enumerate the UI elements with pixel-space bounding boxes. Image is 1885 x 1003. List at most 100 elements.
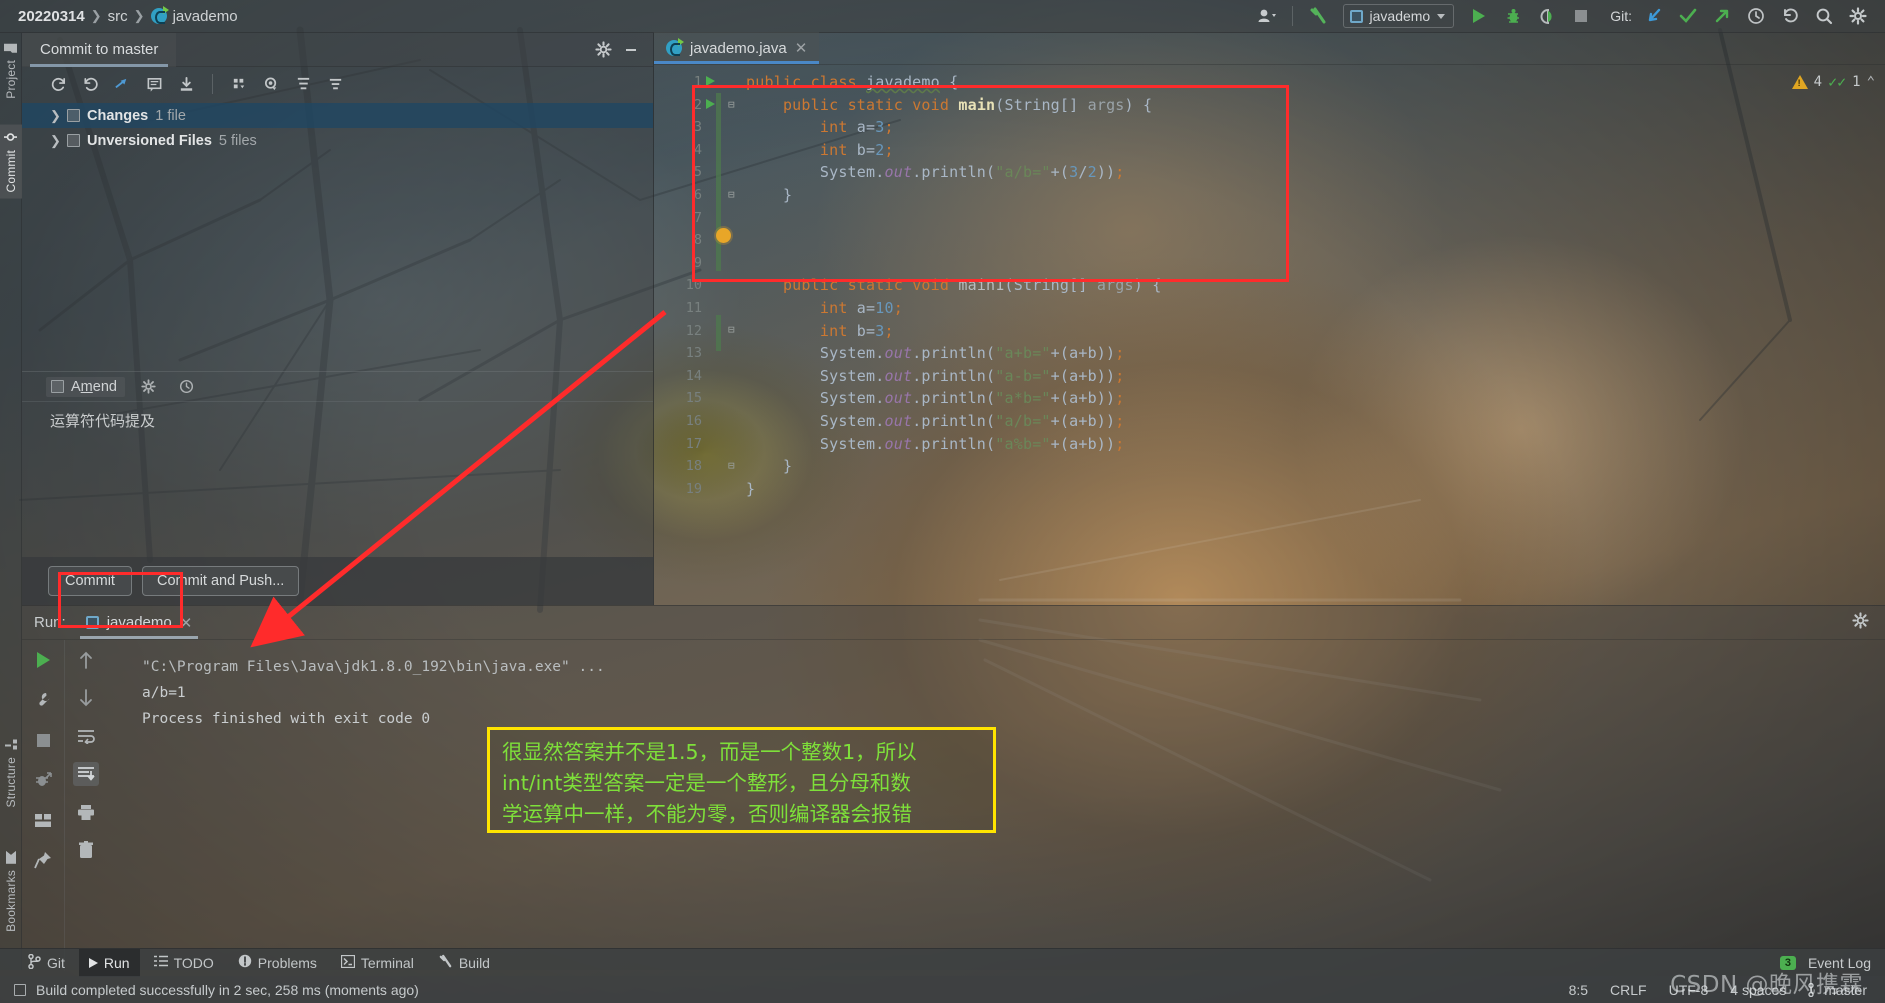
bottom-tab-terminal[interactable]: Terminal (331, 949, 424, 977)
bottom-tab-problems[interactable]: Problems (228, 949, 327, 977)
sidebar-item-bookmarks[interactable]: Bookmarks (0, 845, 22, 938)
inspection-status-widget[interactable]: 4 ✓✓ 1 ⌃ (1791, 73, 1875, 91)
expand-all-icon[interactable] (289, 71, 317, 97)
breadcrumb-project[interactable]: 20220314 (18, 8, 85, 25)
search-everywhere-icon[interactable] (1809, 3, 1839, 29)
changes-checkbox[interactable] (67, 109, 80, 122)
changes-node-label: Changes (87, 107, 149, 124)
intention-bulb-icon[interactable] (716, 228, 731, 243)
update-project-icon[interactable] (1639, 3, 1669, 29)
settings-wrench-icon[interactable] (30, 688, 56, 712)
chevron-right-icon[interactable]: ❯ (50, 108, 61, 124)
line-separator[interactable]: CRLF (1610, 982, 1647, 998)
unversioned-checkbox[interactable] (67, 134, 80, 147)
editor-gutter-marks[interactable]: ⊟ ⊟ ⊟ ⊟ (702, 65, 746, 605)
fold-open-icon[interactable]: ⊟ (728, 98, 735, 111)
toolbar-divider (212, 74, 213, 94)
bottom-tab-todo[interactable]: TODO (144, 949, 224, 977)
changes-node-changes[interactable]: ❯ Changes 1 file (22, 103, 653, 128)
stop-icon[interactable] (1566, 3, 1596, 29)
refresh-icon[interactable] (44, 71, 72, 97)
rerun-icon[interactable] (30, 648, 56, 672)
soft-wrap-icon[interactable] (73, 724, 99, 748)
line-number: 8 (693, 232, 702, 249)
sidebar-item-structure[interactable]: Structure (0, 733, 22, 814)
line-number: 7 (693, 209, 702, 226)
git-branch-widget[interactable]: master (1808, 982, 1867, 998)
user-icon[interactable] (1252, 3, 1282, 29)
commit-header: Commit to master (22, 32, 653, 67)
line-number: 1 (693, 74, 702, 90)
comment-icon[interactable] (140, 71, 168, 97)
run-icon[interactable] (1464, 3, 1494, 29)
breadcrumb-file[interactable]: javademo (173, 8, 238, 25)
chevron-up-icon[interactable]: ⌃ (1867, 74, 1875, 90)
fold-open-icon[interactable]: ⊟ (728, 323, 735, 336)
clear-all-icon[interactable] (73, 838, 99, 862)
breadcrumb-src[interactable]: src (108, 8, 128, 25)
run-class-gutter-icon[interactable] (706, 76, 715, 86)
history-icon[interactable] (1741, 3, 1771, 29)
chevron-right-icon[interactable]: ❯ (50, 133, 61, 149)
line-number: 11 (685, 299, 702, 316)
amend-checkbox-group[interactable]: Amend (46, 376, 125, 397)
code-text[interactable]: public class javademo { public static vo… (746, 65, 1885, 605)
code-editor[interactable]: 1 2 3 4 5 6 7 8 9 10 11 12 13 14 15 16 1… (654, 65, 1885, 605)
debug-icon[interactable] (1498, 3, 1528, 29)
scroll-down-icon[interactable] (73, 686, 99, 710)
main-toolbar: 20220314 ❯ src ❯ javademo javademo Git: (0, 0, 1885, 33)
bottom-tab-label: Git (47, 954, 65, 971)
tab-commit-to-master[interactable]: Commit to master (22, 32, 177, 67)
annotation-line-1: 很显然答案并不是1.5，而是一个整数1，所以 (502, 740, 917, 764)
bottom-tab-label: TODO (173, 954, 214, 971)
sidebar-item-project[interactable]: Project (0, 37, 22, 105)
caret-position[interactable]: 8:5 (1569, 982, 1588, 998)
shelve-icon[interactable] (172, 71, 200, 97)
todo-icon (153, 955, 168, 971)
run-with-coverage-icon[interactable] (1532, 3, 1562, 29)
message-history-icon[interactable] (173, 374, 201, 400)
fold-close-icon[interactable]: ⊟ (728, 459, 735, 472)
bottom-bar-right: 3 Event Log (1779, 955, 1885, 971)
scroll-up-icon[interactable] (73, 648, 99, 672)
rollback-icon[interactable] (1775, 3, 1805, 29)
event-log-label[interactable]: Event Log (1808, 955, 1871, 971)
bottom-tab-build[interactable]: Build (428, 949, 500, 977)
gear-icon[interactable] (1852, 611, 1885, 634)
minimize-icon[interactable] (617, 37, 645, 63)
debug-icon[interactable] (30, 768, 56, 792)
run-method-gutter-icon[interactable] (706, 99, 715, 109)
line-number: 19 (685, 480, 702, 497)
bottom-tab-git[interactable]: Git (18, 949, 75, 977)
layout-icon[interactable] (30, 808, 56, 832)
file-encoding[interactable]: UTF-8 (1669, 982, 1709, 998)
push-icon[interactable] (1707, 3, 1737, 29)
bottom-tab-run[interactable]: Run (78, 948, 140, 977)
print-icon[interactable] (73, 800, 99, 824)
settings-icon[interactable] (1843, 3, 1873, 29)
collapse-all-icon[interactable] (321, 71, 349, 97)
amend-checkbox[interactable] (51, 380, 64, 393)
bottom-tab-label: Problems (257, 954, 317, 971)
run-configuration-selector[interactable]: javademo (1342, 4, 1455, 28)
sidebar-item-commit[interactable]: Commit (0, 125, 22, 199)
line-number: 3 (693, 119, 702, 136)
close-icon[interactable]: ✕ (795, 39, 808, 57)
stop-icon[interactable] (30, 728, 56, 752)
commit-icon[interactable] (1673, 3, 1703, 29)
tab-javademo-java[interactable]: javademo.java ✕ (654, 32, 820, 64)
scroll-to-end-icon[interactable] (72, 762, 99, 786)
gear-icon[interactable] (589, 37, 617, 63)
pin-icon[interactable] (30, 848, 56, 872)
chevron-down-icon (1437, 13, 1446, 19)
group-by-icon[interactable] (225, 71, 253, 97)
gear-icon[interactable] (135, 374, 163, 400)
fold-close-icon[interactable]: ⊟ (728, 188, 735, 201)
build-hammer-icon[interactable] (1303, 3, 1333, 29)
preview-eye-icon[interactable] (257, 71, 285, 97)
git-branch-icon (28, 953, 41, 972)
changes-node-unversioned[interactable]: ❯ Unversioned Files 5 files (22, 128, 653, 153)
show-diff-icon[interactable] (108, 71, 136, 97)
indent-setting[interactable]: 4 spaces (1730, 982, 1786, 998)
rollback-icon[interactable] (76, 71, 104, 97)
